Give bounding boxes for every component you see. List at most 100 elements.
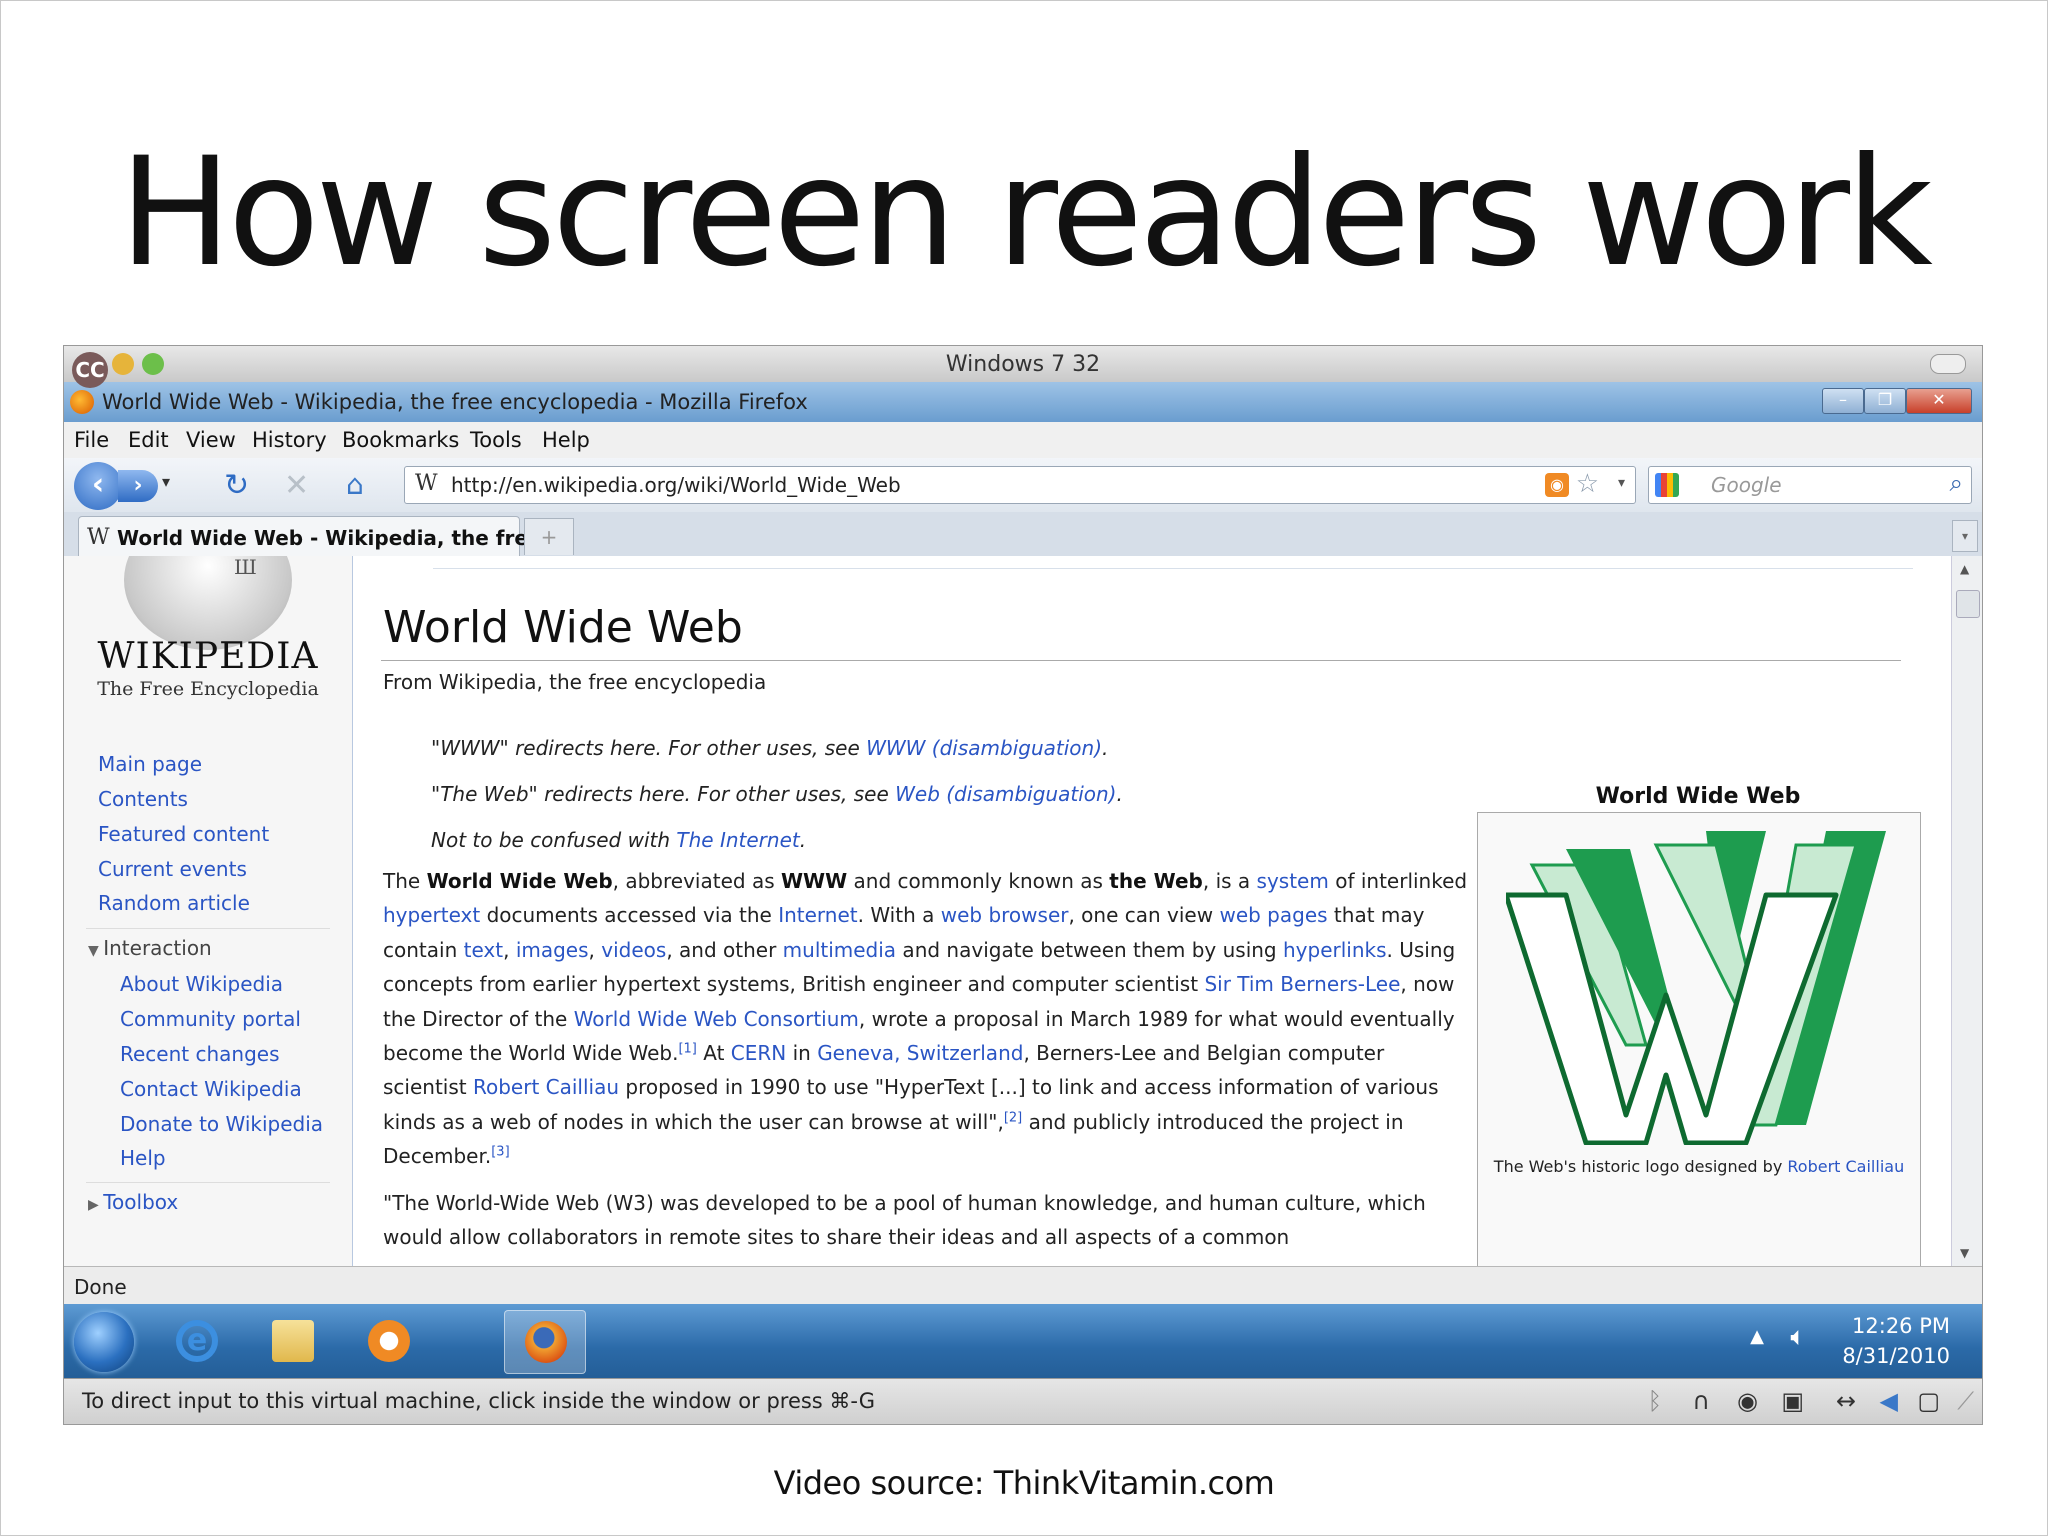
sidebar-item-main-page[interactable]: Main page <box>98 752 202 776</box>
scroll-down-icon[interactable]: ▼ <box>1960 1246 1969 1260</box>
bookmark-star-icon[interactable]: ☆ <box>1576 469 1599 499</box>
search-icon[interactable]: ⌕ <box>1950 469 1963 497</box>
wikipedia-wordmark[interactable]: WIKIPEDIA <box>64 636 352 677</box>
new-tab-button[interactable]: + <box>524 518 574 555</box>
menu-tools[interactable]: Tools <box>470 428 522 452</box>
tab-world-wide-web[interactable]: W World Wide Web - Wikipedia, the fre... <box>78 516 551 557</box>
search-bar[interactable]: Google ⌕ <box>1648 466 1972 504</box>
link-robert-cailliau[interactable]: Robert Cailliau <box>473 1075 619 1099</box>
video-source-caption: Video source: ThinkVitamin.com <box>773 1464 1275 1502</box>
home-icon[interactable]: ⌂ <box>346 468 364 501</box>
resize-grip-icon[interactable]: ⟋ <box>1957 1387 1974 1415</box>
article-tabs-strip <box>433 556 1913 569</box>
cc-badge[interactable]: CC <box>72 352 108 388</box>
citation-2[interactable]: [2] <box>1004 1110 1022 1125</box>
sidebar-item-community-portal[interactable]: Community portal <box>120 1007 301 1031</box>
forward-button[interactable]: › <box>118 470 158 502</box>
link-web-disambiguation[interactable]: Web (disambiguation) <box>895 782 1116 806</box>
sidebar-item-contents[interactable]: Contents <box>98 787 188 811</box>
reload-icon[interactable]: ↻ <box>224 468 249 503</box>
interaction-heading[interactable]: ▼ Interaction <box>88 936 212 960</box>
link-the-internet[interactable]: The Internet <box>676 828 799 852</box>
link-hyperlinks[interactable]: hyperlinks <box>1283 938 1387 962</box>
page-content[interactable]: Ω 维 Ш WIKIPEDIA The Free Encyclopedia Ma… <box>64 556 1952 1266</box>
link-w3c[interactable]: World Wide Web Consortium <box>574 1007 859 1031</box>
citation-3[interactable]: [3] <box>491 1145 509 1160</box>
vm-window[interactable]: CC Windows 7 32 World Wide Web - Wikiped… <box>64 346 1982 1424</box>
headphones-icon[interactable]: ∩ <box>1692 1387 1710 1415</box>
status-text: Done <box>74 1275 127 1299</box>
link-cern[interactable]: CERN <box>731 1041 786 1065</box>
cd-drive-icon[interactable]: ◉ <box>1737 1387 1758 1415</box>
clock-time[interactable]: 12:26 PM <box>1852 1314 1950 1338</box>
interaction-heading-label: Interaction <box>103 936 212 960</box>
menubar: File Edit View History Bookmarks Tools H… <box>64 422 1982 459</box>
url-text[interactable]: http://en.wikipedia.org/wiki/World_Wide_… <box>451 473 901 497</box>
link-geneva-switzerland[interactable]: Geneva, Switzerland <box>817 1041 1023 1065</box>
maximize-button[interactable]: ❐ <box>1864 388 1906 414</box>
google-engine-icon[interactable] <box>1655 473 1679 497</box>
navigation-toolbar: ‹ › ▾ ↻ ✕ ⌂ W http://en.wikipedia.org/wi… <box>64 458 1982 513</box>
sidebar-item-current-events[interactable]: Current events <box>98 857 247 881</box>
url-dropdown-icon[interactable]: ▾ <box>1618 475 1625 491</box>
menu-help[interactable]: Help <box>542 428 590 452</box>
back-button[interactable]: ‹ <box>74 462 122 510</box>
url-bar[interactable]: W http://en.wikipedia.org/wiki/World_Wid… <box>404 466 1636 504</box>
sidebar-item-help[interactable]: Help <box>120 1146 166 1170</box>
link-www-disambiguation[interactable]: WWW (disambiguation) <box>866 736 1102 760</box>
sidebar-item-featured-content[interactable]: Featured content <box>98 822 269 846</box>
taskbar-internet-explorer[interactable]: e <box>156 1310 236 1372</box>
link-web-pages[interactable]: web pages <box>1219 903 1327 927</box>
link-images[interactable]: images <box>516 938 589 962</box>
tab-list-button[interactable]: ▾ <box>1952 520 1978 552</box>
link-videos[interactable]: videos <box>601 938 666 962</box>
sidebar-item-about-wikipedia[interactable]: About Wikipedia <box>120 972 283 996</box>
close-button[interactable]: ✕ <box>1906 388 1972 414</box>
menu-file[interactable]: File <box>74 428 109 452</box>
www-logo-image[interactable] <box>1506 825 1896 1145</box>
network-icon[interactable]: ↔ <box>1836 1387 1856 1415</box>
taskbar-file-explorer[interactable] <box>252 1310 332 1372</box>
scroll-thumb[interactable] <box>1956 590 1980 618</box>
rss-feed-icon[interactable]: ◉ <box>1545 473 1569 497</box>
tab-label[interactable]: World Wide Web - Wikipedia, the fre... <box>117 526 551 550</box>
start-button[interactable] <box>74 1312 134 1372</box>
link-text[interactable]: text <box>464 938 503 962</box>
history-dropdown-icon[interactable]: ▾ <box>162 472 170 491</box>
volume-icon[interactable]: 🔈︎ <box>1790 1322 1806 1353</box>
sidebar-item-random-article[interactable]: Random article <box>98 891 250 915</box>
sidebar-item-contact-wikipedia[interactable]: Contact Wikipedia <box>120 1077 302 1101</box>
taskbar-media-player[interactable] <box>348 1310 428 1372</box>
show-hidden-icons-icon[interactable]: ▲ <box>1750 1326 1764 1347</box>
vertical-scrollbar[interactable]: ▲ ▼ <box>1951 556 1982 1266</box>
link-system[interactable]: system <box>1257 869 1329 893</box>
stop-icon[interactable]: ✕ <box>284 468 309 503</box>
link-tim-berners-lee[interactable]: Sir Tim Berners-Lee <box>1204 972 1400 996</box>
windows-taskbar: e ▲ 🔈︎ 12:26 PM 8/31/2010 <box>64 1304 1982 1378</box>
link-web-browser[interactable]: web browser <box>941 903 1069 927</box>
link-logo-designer[interactable]: Robert Cailliau <box>1787 1157 1904 1176</box>
folder-icon <box>272 1320 314 1362</box>
citation-1[interactable]: [1] <box>678 1041 696 1056</box>
sidebar-item-recent-changes[interactable]: Recent changes <box>120 1042 280 1066</box>
menu-edit[interactable]: Edit <box>128 428 169 452</box>
link-hypertext[interactable]: hypertext <box>383 903 480 927</box>
bluetooth-icon[interactable]: ᛒ <box>1648 1387 1662 1415</box>
sidebar-item-donate[interactable]: Donate to Wikipedia <box>120 1112 323 1136</box>
shared-folders-icon[interactable]: ▢ <box>1917 1387 1940 1415</box>
clock-date[interactable]: 8/31/2010 <box>1842 1344 1950 1368</box>
mac-toolbar-toggle-button[interactable] <box>1930 354 1966 374</box>
usb-device-icon[interactable]: ▣ <box>1781 1387 1804 1415</box>
menu-history[interactable]: History <box>252 428 327 452</box>
link-multimedia[interactable]: multimedia <box>783 938 896 962</box>
vm-status-text: To direct input to this virtual machine,… <box>82 1389 876 1413</box>
scroll-up-icon[interactable]: ▲ <box>1960 562 1969 576</box>
toolbox-heading[interactable]: ▶ Toolbox <box>88 1190 178 1214</box>
sound-icon[interactable]: ◀ <box>1880 1387 1898 1415</box>
minimize-button[interactable]: – <box>1822 388 1864 414</box>
link-internet[interactable]: Internet <box>778 903 857 927</box>
taskbar-firefox[interactable] <box>504 1310 586 1374</box>
search-placeholder[interactable]: Google <box>1711 473 1782 497</box>
menu-bookmarks[interactable]: Bookmarks <box>342 428 459 452</box>
menu-view[interactable]: View <box>186 428 236 452</box>
